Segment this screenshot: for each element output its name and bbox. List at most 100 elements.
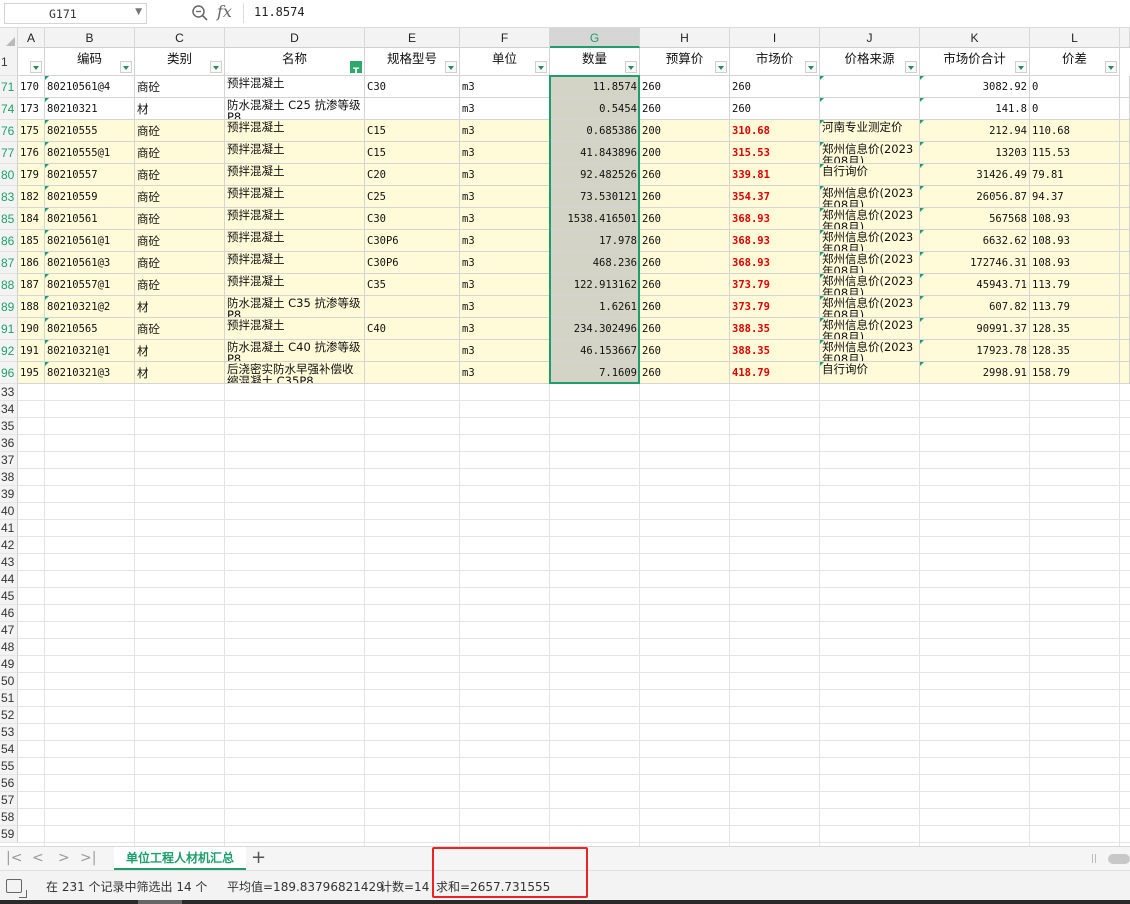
column-header-b[interactable]: B [45,28,135,48]
cell-j[interactable]: 郑州信息价(2023年08月) [820,208,920,230]
sheet-tab-active[interactable]: 单位工程人材机汇总 [114,847,246,870]
cell-f[interactable]: m3 [460,362,550,384]
cell-k[interactable]: 90991.37 [920,318,1030,340]
row-number[interactable]: 38 [0,469,18,486]
filter-dropdown-icon[interactable] [805,61,817,73]
cell-c[interactable]: 商砼 [135,274,225,296]
filter-dropdown-icon[interactable] [445,61,457,73]
cell-l[interactable]: 108.93 [1030,208,1120,230]
filter-dropdown-icon[interactable] [1105,61,1117,73]
cell-j[interactable]: 河南专业测定价 [820,120,920,142]
row-number[interactable]: 54 [0,741,18,758]
row-number[interactable]: 50 [0,673,18,690]
cell-c[interactable]: 材 [135,362,225,384]
cell-h[interactable]: 260 [640,164,730,186]
cell-c[interactable]: 商砼 [135,230,225,252]
cell-k[interactable]: 567568 [920,208,1030,230]
cell-b[interactable]: 80210321@2 [45,296,135,318]
cell-d[interactable]: 预拌混凝土 [225,164,365,186]
cell-m[interactable] [1120,164,1130,186]
header-cell-a[interactable] [18,48,45,76]
cell-d[interactable]: 预拌混凝土 [225,120,365,142]
cell-k[interactable]: 2998.91 [920,362,1030,384]
cell-k[interactable]: 45943.71 [920,274,1030,296]
column-header-h[interactable]: H [640,28,730,48]
header-cell-e[interactable]: 规格型号 [365,48,460,76]
cell-a[interactable]: 176 [18,142,45,164]
cell-h[interactable]: 260 [640,186,730,208]
row-number[interactable]: 41 [0,520,18,537]
cell-l[interactable]: 158.79 [1030,362,1120,384]
cell-b[interactable]: 80210321@3 [45,362,135,384]
cell-k[interactable]: 3082.92 [920,76,1030,98]
cell-i[interactable]: 354.37 [730,186,820,208]
cell-k[interactable]: 212.94 [920,120,1030,142]
row-number[interactable]: 87 [0,252,18,274]
cell-e[interactable]: C15 [365,142,460,164]
cell-m[interactable] [1120,208,1130,230]
cell-h[interactable]: 260 [640,340,730,362]
zoom-search-icon[interactable] [191,4,209,22]
cell-m[interactable] [1120,230,1130,252]
cell-a[interactable]: 179 [18,164,45,186]
row-number[interactable]: 35 [0,418,18,435]
cell-h[interactable]: 200 [640,120,730,142]
column-header-m[interactable] [1120,28,1130,48]
cell-h[interactable]: 260 [640,98,730,120]
cell-f[interactable]: m3 [460,340,550,362]
cell-g[interactable]: 0.5454 [550,98,640,120]
cell-m[interactable] [1120,318,1130,340]
header-cell-f[interactable]: 单位 [460,48,550,76]
column-header-k[interactable]: K [920,28,1030,48]
column-header-g[interactable]: G [550,28,640,48]
cell-b[interactable]: 80210561@1 [45,230,135,252]
cell-j[interactable] [820,76,920,98]
cell-e[interactable]: C30 [365,76,460,98]
cell-k[interactable]: 31426.49 [920,164,1030,186]
cell-a[interactable]: 182 [18,186,45,208]
cell-k[interactable]: 26056.87 [920,186,1030,208]
row-number[interactable]: 86 [0,230,18,252]
header-cell-i[interactable]: 市场价 [730,48,820,76]
filter-dropdown-icon[interactable] [210,61,222,73]
cell-b[interactable]: 80210561@4 [45,76,135,98]
cell-i[interactable]: 368.93 [730,208,820,230]
cell-l[interactable]: 113.79 [1030,274,1120,296]
cell-f[interactable]: m3 [460,296,550,318]
cell-a[interactable]: 188 [18,296,45,318]
cell-f[interactable]: m3 [460,274,550,296]
row-number[interactable]: 42 [0,537,18,554]
cell-k[interactable]: 172746.31 [920,252,1030,274]
header-cell-b[interactable]: 编码 [45,48,135,76]
row-number[interactable]: 36 [0,435,18,452]
cell-j[interactable]: 自行询价 [820,164,920,186]
prev-sheet-button[interactable]: < [32,850,44,866]
cell-c[interactable]: 材 [135,98,225,120]
cell-h[interactable]: 260 [640,230,730,252]
filter-dropdown-icon[interactable] [905,61,917,73]
cell-e[interactable] [365,362,460,384]
filter-dropdown-icon[interactable] [1015,61,1027,73]
cell-e[interactable]: C15 [365,120,460,142]
row-number[interactable]: 76 [0,120,18,142]
cell-f[interactable]: m3 [460,120,550,142]
cell-b[interactable]: 80210321@1 [45,340,135,362]
cell-m[interactable] [1120,98,1130,120]
cell-l[interactable]: 0 [1030,98,1120,120]
row-number[interactable]: 91 [0,318,18,340]
header-cell-g[interactable]: 数量 [550,48,640,76]
filter-dropdown-icon[interactable] [120,61,132,73]
cell-f[interactable]: m3 [460,186,550,208]
cell-e[interactable]: C30 [365,208,460,230]
filter-dropdown-icon[interactable] [30,61,42,73]
column-header-l[interactable]: L [1030,28,1120,48]
cell-i[interactable]: 260 [730,76,820,98]
cell-g[interactable]: 122.913162 [550,274,640,296]
cell-d[interactable]: 预拌混凝土 [225,142,365,164]
cell-l[interactable]: 108.93 [1030,230,1120,252]
cell-b[interactable]: 80210321 [45,98,135,120]
cell-h[interactable]: 260 [640,296,730,318]
cell-l[interactable]: 115.53 [1030,142,1120,164]
cell-i[interactable]: 339.81 [730,164,820,186]
row-number[interactable]: 80 [0,164,18,186]
